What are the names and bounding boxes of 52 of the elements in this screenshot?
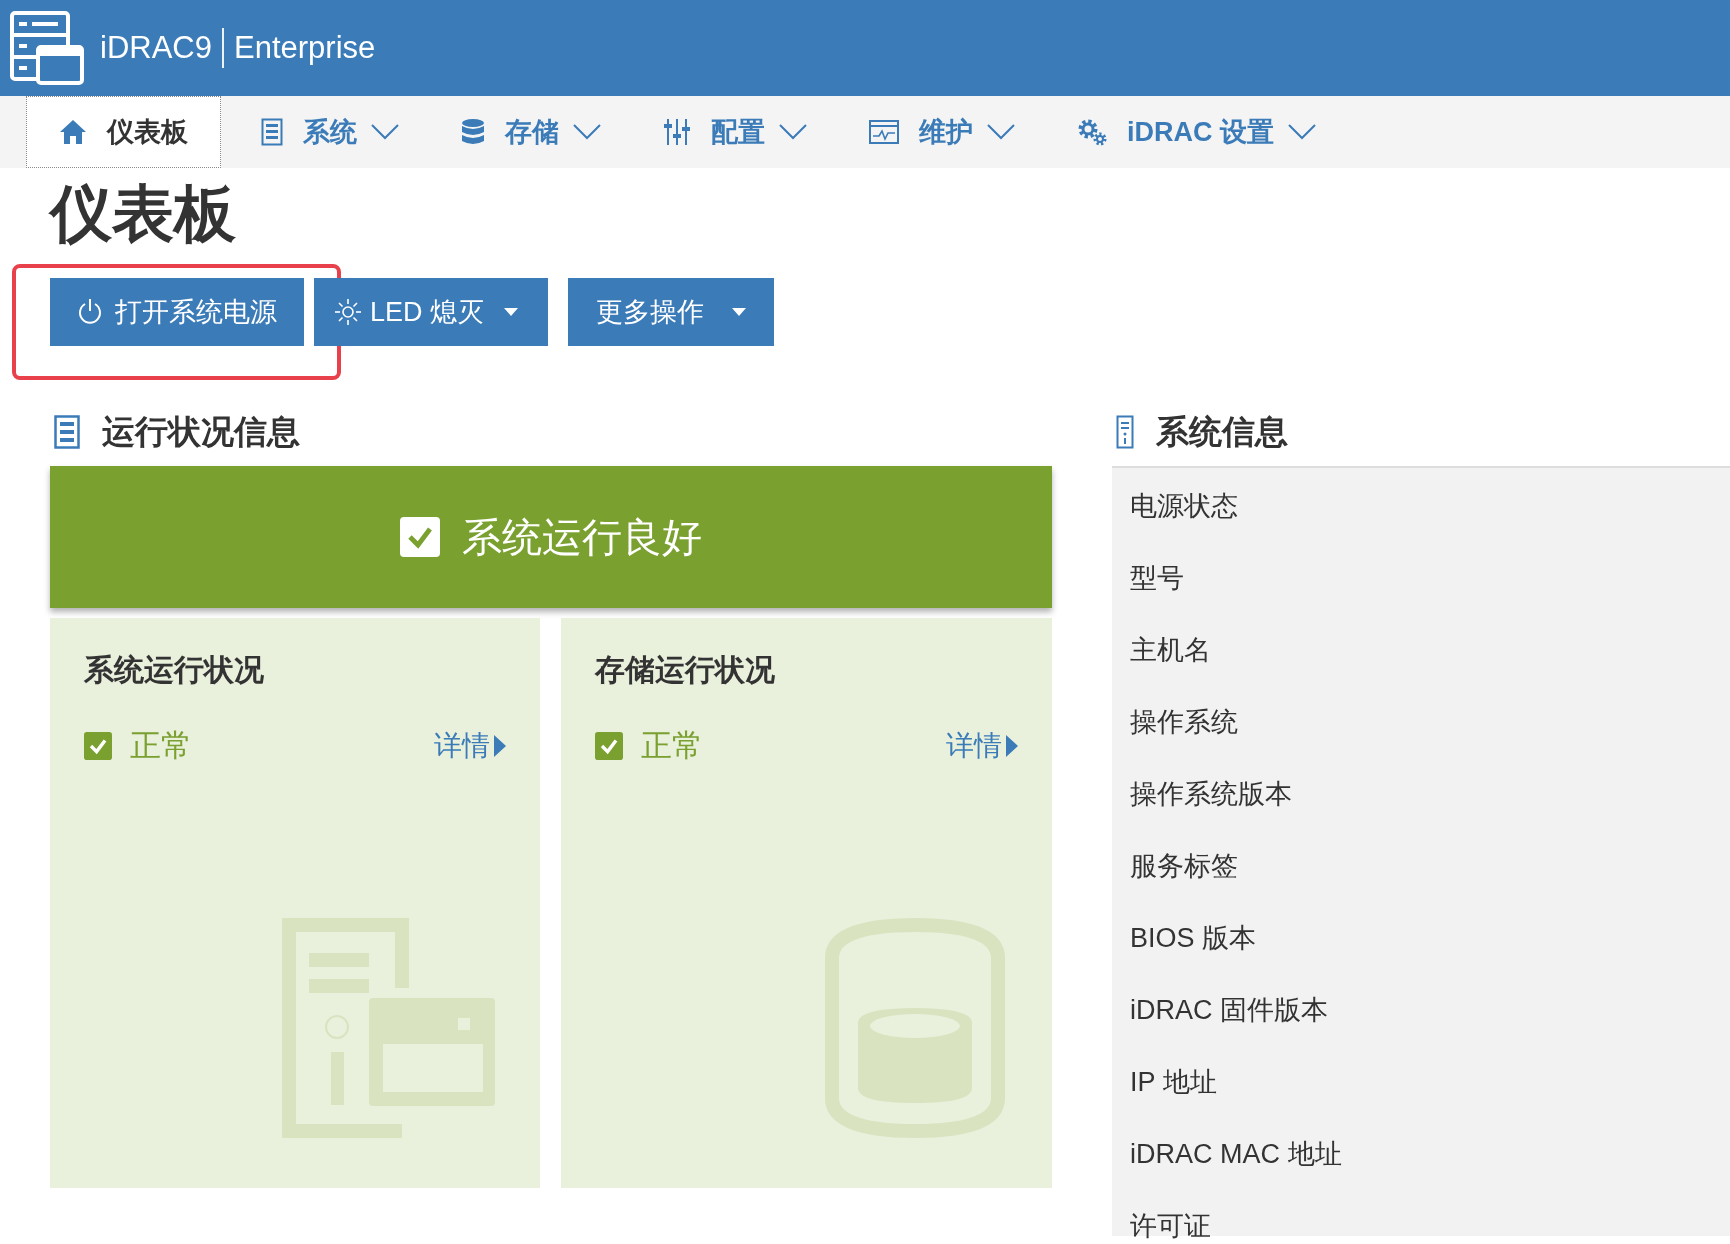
sliders-icon	[663, 118, 691, 146]
info-label: BIOS 版本	[1130, 922, 1257, 955]
chevron-down-icon	[987, 124, 1015, 140]
nav-tab[interactable]: 配置	[635, 96, 835, 168]
caret-icon	[732, 308, 746, 316]
info-label: iDRAC 固件版本	[1130, 994, 1328, 1027]
chevron-down-icon	[573, 124, 601, 140]
info-label: 许可证	[1130, 1210, 1211, 1243]
section-title: 系统信息	[1156, 411, 1288, 452]
info-label: IP 地址	[1130, 1066, 1217, 1099]
caret-icon	[504, 308, 519, 316]
health-summary: 系统运行良好	[462, 513, 702, 561]
power-icon	[77, 298, 103, 326]
action-button[interactable]: 更多操作	[568, 278, 774, 346]
chevron-down-icon	[779, 124, 807, 140]
chevron-down-icon	[371, 124, 399, 140]
details-link[interactable]: 详情	[946, 727, 1018, 765]
nav-tab[interactable]: 维护	[841, 96, 1043, 168]
nav-tab[interactable]: 仪表板	[26, 96, 221, 168]
database-icon	[461, 118, 485, 146]
triangle-right-icon	[1006, 735, 1018, 757]
nav-tab[interactable]: 存储	[433, 96, 629, 168]
info-label: iDRAC MAC 地址	[1130, 1138, 1342, 1171]
info-label: 操作系统版本	[1130, 778, 1292, 811]
info-label: 电源状态	[1130, 490, 1238, 523]
card-title: 存储运行状况	[595, 652, 775, 688]
action-button[interactable]: 打开系统电源	[50, 278, 304, 346]
info-label: 服务标签	[1130, 850, 1238, 883]
home-icon	[59, 119, 87, 145]
triangle-right-icon	[494, 735, 506, 757]
edition-name: Enterprise	[233, 30, 376, 66]
server-logo-icon	[10, 11, 84, 85]
server-icon	[54, 415, 80, 449]
details-link[interactable]: 详情	[434, 727, 506, 765]
tower-icon	[1116, 415, 1134, 449]
gears-icon	[1077, 118, 1107, 146]
status-text: 正常	[130, 727, 192, 765]
nav-tab[interactable]: iDRAC 设置	[1049, 96, 1344, 168]
info-label: 型号	[1130, 562, 1184, 595]
chevron-down-icon	[1288, 124, 1316, 140]
product-name: iDRAC9	[100, 30, 212, 66]
nav-tab[interactable]: 系统	[233, 96, 427, 168]
page-title: 仪表板	[50, 178, 236, 250]
action-button[interactable]: LED 熄灭	[314, 278, 548, 346]
server-icon	[261, 118, 283, 146]
info-label: 操作系统	[1130, 706, 1238, 739]
section-title: 运行状况信息	[102, 411, 300, 452]
sun-icon	[334, 298, 362, 326]
monitor-icon	[869, 120, 899, 144]
card-title: 系统运行状况	[84, 652, 264, 688]
status-text: 正常	[641, 727, 703, 765]
info-label: 主机名	[1130, 634, 1211, 667]
